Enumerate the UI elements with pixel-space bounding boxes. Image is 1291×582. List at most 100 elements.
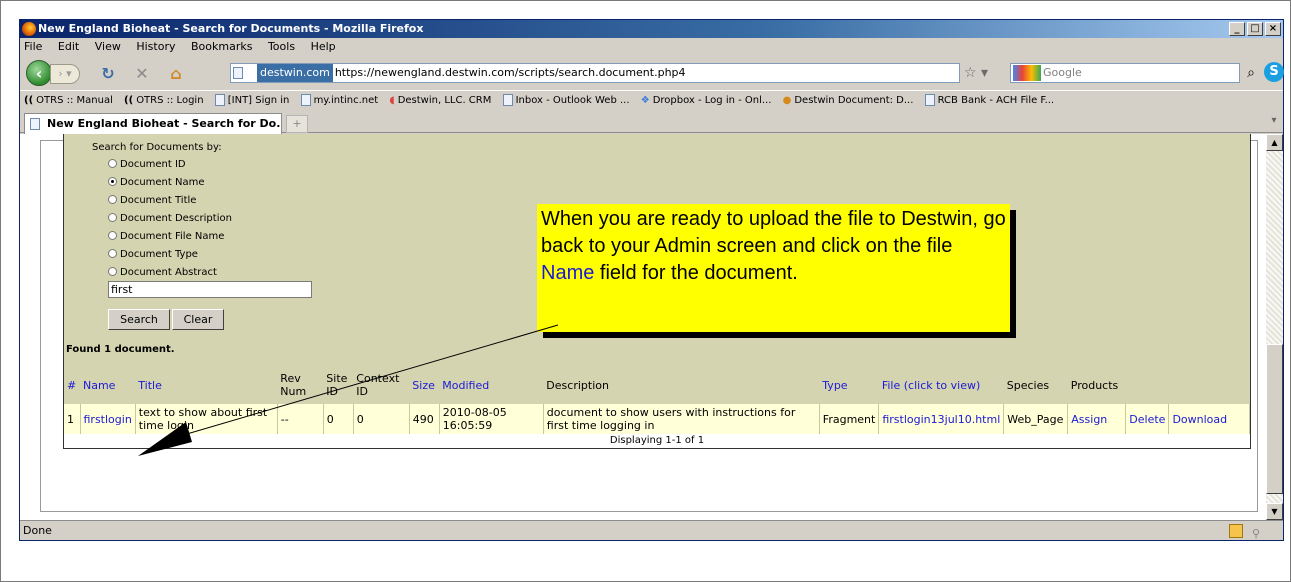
close-button[interactable]: × (1265, 22, 1281, 36)
menu-tools[interactable]: Tools (268, 40, 295, 53)
vertical-scrollbar[interactable]: ▲ ▼ (1266, 134, 1283, 520)
radio-document-description[interactable]: Document Description (108, 213, 232, 224)
new-tab-button[interactable]: + (286, 115, 308, 133)
status-text: Done (23, 524, 52, 537)
menu-edit[interactable]: Edit (58, 40, 79, 53)
results-table: # Name Title Rev Num Site ID Context ID … (64, 366, 1250, 434)
menu-file[interactable]: File (24, 40, 42, 53)
tab-bar: New England Bioheat - Search for Do... +… (20, 111, 1283, 134)
name-link[interactable]: firstlogin (80, 404, 136, 434)
scroll-thumb[interactable] (1266, 344, 1283, 494)
title-bar: New England Bioheat - Search for Documen… (20, 20, 1283, 38)
scroll-down-icon[interactable]: ▼ (1266, 503, 1283, 520)
bookmark-otrs-login[interactable]: ((OTRS :: Login (124, 91, 204, 110)
tab-search-documents[interactable]: New England Bioheat - Search for Do... (24, 113, 282, 134)
col-type[interactable]: Type (819, 366, 879, 404)
menu-help[interactable]: Help (311, 40, 336, 53)
menu-view[interactable]: View (95, 40, 121, 53)
col-description: Description (543, 366, 820, 404)
search-placeholder: Google (1043, 66, 1082, 79)
cell-site-id: 0 (323, 404, 354, 434)
skype-icon[interactable]: S (1264, 62, 1284, 82)
tab-list-chevron-icon[interactable]: ▾ (1267, 115, 1281, 131)
radio-document-title[interactable]: Document Title (108, 195, 196, 206)
table-row: 1 firstlogin text to show about first ti… (64, 404, 1250, 434)
assign-link[interactable]: Assign (1067, 404, 1127, 434)
search-heading: Search for Documents by: (92, 142, 222, 153)
menu-bar: File Edit View History Bookmarks Tools H… (20, 38, 1283, 56)
reload-icon[interactable]: ↻ (98, 64, 118, 84)
window-title: New England Bioheat - Search for Documen… (38, 22, 424, 35)
clear-button[interactable]: Clear (172, 309, 224, 330)
radio-document-id[interactable]: Document ID (108, 159, 186, 170)
cell-rev: -- (277, 404, 324, 434)
page-icon (30, 118, 40, 130)
col-delete (1125, 366, 1169, 404)
navigation-toolbar: ‹ › ▾ ↻ ✕ ⌂ destwin.com https://newenglan… (20, 56, 1284, 90)
radio-document-name[interactable]: Document Name (108, 177, 205, 188)
lock-icon[interactable] (1229, 524, 1243, 538)
status-bar: Done ⚲ (20, 520, 1283, 541)
minimize-button[interactable]: _ (1229, 22, 1245, 36)
bookmark-rcb-bank[interactable]: RCB Bank - ACH File F... (924, 91, 1054, 110)
col-rev-num: Rev Num (277, 366, 324, 404)
col-modified[interactable]: Modified (439, 366, 544, 404)
pagination-text: Displaying 1-1 of 1 (64, 434, 1250, 448)
url-text[interactable]: https://newengland.destwin.com/scripts/s… (335, 66, 686, 79)
col-name[interactable]: Name (80, 366, 136, 404)
col-products: Products (1067, 366, 1126, 404)
radio-document-abstract[interactable]: Document Abstract (108, 267, 217, 278)
search-input[interactable]: Google (1010, 63, 1240, 83)
forward-button[interactable]: › ▾ (50, 64, 80, 84)
col-size[interactable]: Size (409, 366, 440, 404)
page-content: Search for Documents by: Document ID Doc… (20, 134, 1266, 520)
search-button[interactable]: Search (108, 309, 170, 330)
menu-history[interactable]: History (136, 40, 175, 53)
cell-context-id: 0 (353, 404, 410, 434)
home-icon[interactable]: ⌂ (166, 64, 186, 84)
cell-num: 1 (64, 404, 81, 434)
bookmark-dropbox[interactable]: ❖ Dropbox - Log in - Onl... (641, 91, 772, 110)
stop-icon[interactable]: ✕ (132, 64, 152, 84)
callout-highlight: Name (541, 262, 595, 284)
col-title[interactable]: Title (135, 366, 278, 404)
col-file[interactable]: File (click to view) (878, 366, 1004, 404)
bookmarks-toolbar: ((OTRS :: Manual ((OTRS :: Login [INT] S… (20, 90, 1283, 110)
bookmark-star-icon[interactable]: ☆ ▾ (964, 63, 1004, 83)
scroll-up-icon[interactable]: ▲ (1266, 134, 1283, 151)
search-query-input[interactable]: first (108, 281, 312, 298)
site-identity-button[interactable]: destwin.com (257, 64, 333, 82)
firefox-icon (22, 22, 36, 36)
bookmark-int-sign-in[interactable]: [INT] Sign in (214, 91, 289, 110)
cell-title: text to show about first time login (135, 404, 278, 434)
url-bar[interactable]: destwin.com https://newengland.destwin.co… (230, 63, 960, 83)
cell-description: document to show users with instructions… (543, 404, 820, 434)
radio-document-type[interactable]: Document Type (108, 249, 198, 260)
cell-type: Fragment (819, 404, 880, 434)
col-num[interactable]: # (64, 366, 80, 404)
addon-icon[interactable]: ⚲ (1249, 524, 1263, 540)
download-link[interactable]: Download (1168, 404, 1250, 434)
callout-text-after: field for the document. (594, 262, 798, 284)
maximize-button[interactable]: □ (1247, 22, 1263, 36)
bookmark-my-intinc[interactable]: my.intinc.net (300, 91, 378, 110)
col-download (1168, 366, 1250, 404)
col-context-id: Context ID (353, 366, 410, 404)
col-site-id: Site ID (323, 366, 354, 404)
bookmark-destwin-crm[interactable]: ◖ Destwin, LLC. CRM (389, 91, 491, 110)
radio-document-file-name[interactable]: Document File Name (108, 231, 224, 242)
back-button[interactable]: ‹ (26, 60, 52, 86)
bookmark-outlook-inbox[interactable]: Inbox - Outlook Web ... (502, 91, 630, 110)
cell-modified: 2010-08-05 16:05:59 (439, 404, 544, 434)
google-icon[interactable] (1013, 65, 1041, 81)
cell-species: Web_Page (1003, 404, 1069, 434)
browser-window: New England Bioheat - Search for Documen… (19, 19, 1284, 541)
search-magnifier-icon[interactable]: ⌕ (1242, 64, 1260, 82)
delete-link[interactable]: Delete (1125, 404, 1170, 434)
screenshot-frame: New England Bioheat - Search for Documen… (0, 0, 1291, 582)
bookmark-otrs-manual[interactable]: ((OTRS :: Manual (24, 91, 113, 110)
menu-bookmarks[interactable]: Bookmarks (191, 40, 252, 53)
file-link[interactable]: firstlogin13jul10.html (878, 404, 1005, 434)
cell-size: 490 (409, 404, 440, 434)
bookmark-destwin-document[interactable]: ● Destwin Document: D... (783, 91, 914, 110)
